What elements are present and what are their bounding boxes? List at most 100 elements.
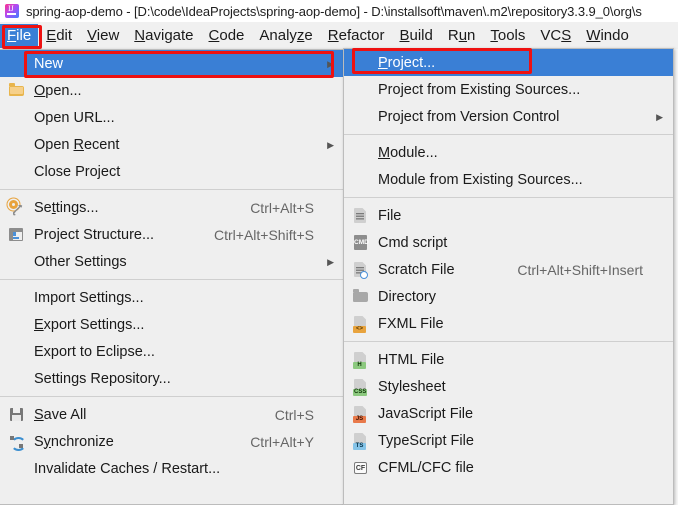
- new-submenu-item-stylesheet[interactable]: CSSStylesheet▶: [344, 373, 673, 400]
- file-menu-item-export-settings[interactable]: Export Settings...▶: [0, 311, 344, 338]
- menubar-item-label: Windo: [586, 27, 629, 44]
- new-submenu-item-module[interactable]: Module...▶: [344, 139, 673, 166]
- menubar-item-view[interactable]: View: [80, 24, 126, 48]
- menubar-item-vcs[interactable]: VCS: [533, 24, 578, 48]
- menu-item-label: Invalidate Caches / Restart...: [34, 460, 314, 478]
- menu-item-label: FXML File: [378, 315, 643, 333]
- file-menu-item-settings[interactable]: Settings...Ctrl+Alt+S▶: [0, 194, 344, 221]
- intellij-idea-window: IJ spring-aop-demo - [D:\code\IdeaProjec…: [0, 0, 678, 505]
- new-submenu-item-javascript-file[interactable]: JSJavaScript File▶: [344, 400, 673, 427]
- new-submenu-item-typescript-file[interactable]: TSTypeScript File▶: [344, 427, 673, 454]
- menu-item-label: Directory: [378, 288, 643, 306]
- no-icon-spacer: [8, 343, 26, 361]
- menubar-item-label: Build: [399, 27, 432, 44]
- window-title: spring-aop-demo - [D:\code\IdeaProjects\…: [26, 4, 642, 19]
- new-submenu-item-html-file[interactable]: HHTML File▶: [344, 346, 673, 373]
- menubar-item-code[interactable]: Code: [202, 24, 252, 48]
- menu-separator: [0, 189, 344, 190]
- no-icon-spacer: [8, 370, 26, 388]
- menu-item-label: Module...: [378, 144, 643, 162]
- new-submenu-item-project-from-existing-sources[interactable]: Project from Existing Sources...▶: [344, 76, 673, 103]
- menu-item-label: File: [378, 207, 643, 225]
- menu-item-label: Project from Version Control: [378, 108, 643, 126]
- file-menu-item-export-to-eclipse[interactable]: Export to Eclipse...▶: [0, 338, 344, 365]
- new-submenu-item-module-from-existing-sources[interactable]: Module from Existing Sources...▶: [344, 166, 673, 193]
- menubar-item-refactor[interactable]: Refactor: [321, 24, 392, 48]
- menubar-item-edit[interactable]: Edit: [39, 24, 79, 48]
- menubar-item-label: Edit: [46, 27, 72, 44]
- file-menu-item-settings-repository[interactable]: Settings Repository...▶: [0, 365, 344, 392]
- file-menu-item-open[interactable]: Open...▶: [0, 77, 344, 104]
- menubar-item-navigate[interactable]: Navigate: [127, 24, 200, 48]
- new-submenu-item-project-from-version-control[interactable]: Project from Version Control ▶: [344, 103, 673, 130]
- menubar-item-label: Refactor: [328, 27, 385, 44]
- no-icon-spacer: [8, 136, 26, 154]
- menu-item-label: Stylesheet: [378, 378, 643, 396]
- file-menu-item-open-recent[interactable]: Open Recent▶: [0, 131, 344, 158]
- menu-item-label: Scratch File: [378, 261, 499, 279]
- no-icon-spacer: [8, 109, 26, 127]
- no-icon-spacer: [8, 55, 26, 73]
- html-file-icon: H: [352, 351, 370, 369]
- intellij-idea-icon: IJ: [4, 3, 20, 19]
- menu-item-label: TypeScript File: [378, 432, 643, 450]
- cmd-script-icon: CMD: [352, 234, 370, 252]
- menu-item-label: Settings...: [34, 199, 232, 217]
- menu-item-label: Module from Existing Sources...: [378, 171, 643, 189]
- submenu-arrow-icon: ▶: [653, 112, 663, 122]
- menu-item-label: CFML/CFC file: [378, 459, 643, 477]
- cfml-file-icon: CF: [352, 459, 370, 477]
- new-submenu-item-directory[interactable]: Directory▶: [344, 283, 673, 310]
- new-submenu-item-scratch-file[interactable]: Scratch FileCtrl+Alt+Shift+Insert▶: [344, 256, 673, 283]
- menubar-item-run[interactable]: Run: [441, 24, 483, 48]
- menu-item-shortcut: Ctrl+Alt+Y: [250, 433, 314, 451]
- file-menu-item-save-all[interactable]: Save AllCtrl+S▶: [0, 401, 344, 428]
- file-menu-item-other-settings[interactable]: Other Settings▶: [0, 248, 344, 275]
- project-structure-icon: [8, 226, 26, 244]
- file-menu-item-synchronize[interactable]: SynchronizeCtrl+Alt+Y▶: [0, 428, 344, 455]
- file-menu-item-close-project[interactable]: Close Project▶: [0, 158, 344, 185]
- save-all-icon: [8, 406, 26, 424]
- scratch-file-icon: [352, 261, 370, 279]
- menu-item-label: New: [34, 55, 314, 73]
- new-submenu-item-cmd-script[interactable]: CMDCmd script▶: [344, 229, 673, 256]
- menu-item-label: Synchronize: [34, 433, 232, 451]
- menubar-item-label: Run: [448, 27, 476, 44]
- new-submenu-item-cfml-cfc-file[interactable]: CFCFML/CFC file▶: [344, 454, 673, 481]
- no-icon-spacer: [8, 316, 26, 334]
- file-icon: [352, 207, 370, 225]
- new-submenu-item-fxml-file[interactable]: <>FXML File▶: [344, 310, 673, 337]
- menu-item-label: Cmd script: [378, 234, 643, 252]
- menubar-item-tools[interactable]: Tools: [483, 24, 532, 48]
- file-menu-item-project-structure[interactable]: Project Structure...Ctrl+Alt+Shift+S▶: [0, 221, 344, 248]
- file-menu-item-invalidate-caches-restart[interactable]: Invalidate Caches / Restart...▶: [0, 455, 344, 482]
- directory-icon: [352, 288, 370, 306]
- menubar-item-analyze[interactable]: Analyze: [252, 24, 319, 48]
- menu-item-label: Save All: [34, 406, 257, 424]
- menu-item-label: Export Settings...: [34, 316, 314, 334]
- synchronize-icon: [8, 433, 26, 451]
- file-menu-item-import-settings[interactable]: Import Settings...▶: [0, 284, 344, 311]
- menubar-item-build[interactable]: Build: [392, 24, 439, 48]
- javascript-file-icon: JS: [352, 405, 370, 423]
- new-submenu-item-project[interactable]: Project...▶: [344, 49, 673, 76]
- menubar-item-label: Analyze: [259, 27, 312, 44]
- menu-item-label: Project from Existing Sources...: [378, 81, 643, 99]
- menu-separator: [344, 341, 673, 342]
- menu-item-label: Project Structure...: [34, 226, 196, 244]
- settings-gear-icon: [8, 199, 26, 217]
- menubar-item-file[interactable]: File: [0, 24, 38, 48]
- menu-item-label: Open URL...: [34, 109, 314, 127]
- editor-background: [674, 49, 678, 505]
- no-icon-spacer: [352, 81, 370, 99]
- fxml-file-icon: <>: [352, 315, 370, 333]
- menu-separator: [0, 279, 344, 280]
- no-icon-spacer: [8, 460, 26, 478]
- file-menu-item-new[interactable]: New▶: [0, 50, 344, 77]
- new-submenu-item-file[interactable]: File▶: [344, 202, 673, 229]
- menu-item-label: Open...: [34, 82, 314, 100]
- file-menu-item-open-url[interactable]: Open URL...▶: [0, 104, 344, 131]
- menubar-item-windo[interactable]: Windo: [579, 24, 636, 48]
- menubar-item-label: View: [87, 27, 119, 44]
- typescript-file-icon: TS: [352, 432, 370, 450]
